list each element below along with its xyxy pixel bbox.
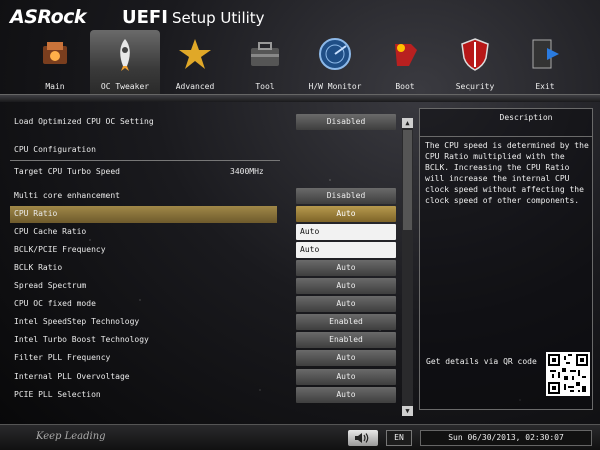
settings-scrollbar[interactable]: ▲ ▼ bbox=[402, 118, 413, 416]
setting-intel-speedstep[interactable]: Intel SpeedStep Technology Enabled bbox=[10, 314, 400, 332]
section-divider bbox=[10, 160, 280, 161]
setting-load-optimized[interactable]: Load Optimized CPU OC Setting Disabled bbox=[10, 114, 400, 132]
setting-label: Intel SpeedStep Technology bbox=[14, 317, 140, 326]
tab-hw-monitor[interactable]: H/W Monitor bbox=[300, 30, 370, 94]
setting-label: BCLK Ratio bbox=[14, 263, 63, 272]
setting-label: CPU Cache Ratio bbox=[14, 227, 87, 236]
rocket-icon bbox=[105, 34, 145, 74]
tab-oc-tweaker-label: OC Tweaker bbox=[100, 82, 150, 91]
setting-pcie-pll-selection[interactable]: PCIE PLL Selection Auto bbox=[10, 387, 400, 405]
internal-pll-overvoltage-value[interactable]: Auto bbox=[296, 369, 396, 385]
radar-icon bbox=[315, 34, 355, 74]
exit-icon bbox=[525, 34, 565, 74]
setting-label: PCIE PLL Selection bbox=[14, 390, 101, 399]
tab-advanced-label: Advanced bbox=[175, 82, 215, 91]
main-nav: Main OC Tweaker Advanced Tool H/W Monito… bbox=[20, 30, 580, 94]
description-divider bbox=[420, 136, 592, 137]
scroll-down-arrow-icon[interactable]: ▼ bbox=[402, 406, 413, 416]
tab-exit-label: Exit bbox=[535, 82, 555, 91]
language-button[interactable]: EN bbox=[386, 430, 412, 446]
setting-label: Internal PLL Overvoltage bbox=[14, 372, 130, 381]
bclk-pcie-frequency-input[interactable]: Auto bbox=[296, 242, 396, 258]
intel-turbo-boost-value[interactable]: Enabled bbox=[296, 332, 396, 348]
setting-label: BCLK/PCIE Frequency bbox=[14, 245, 106, 254]
cpu-cache-ratio-input[interactable]: Auto bbox=[296, 224, 396, 240]
setting-label: Multi core enhancement bbox=[14, 191, 120, 200]
speaker-icon bbox=[355, 433, 369, 443]
datetime-display: Sun 06/30/2013, 02:30:07 bbox=[420, 430, 592, 446]
qr-code-icon[interactable] bbox=[546, 352, 590, 396]
tab-oc-tweaker[interactable]: OC Tweaker bbox=[90, 30, 160, 94]
tab-security-label: Security bbox=[455, 82, 495, 91]
volume-button[interactable] bbox=[348, 430, 378, 446]
setting-internal-pll-overvoltage[interactable]: Internal PLL Overvoltage Auto bbox=[10, 369, 400, 387]
setting-filter-pll-frequency[interactable]: Filter PLL Frequency Auto bbox=[10, 350, 400, 368]
cpu-oc-fixed-mode-value[interactable]: Auto bbox=[296, 296, 396, 312]
toolbox-icon bbox=[245, 34, 285, 74]
setting-cpu-oc-fixed-mode[interactable]: CPU OC fixed mode Auto bbox=[10, 296, 400, 314]
tab-hw-monitor-label: H/W Monitor bbox=[308, 82, 362, 91]
multi-core-value[interactable]: Disabled bbox=[296, 188, 396, 204]
shield-icon bbox=[455, 34, 495, 74]
scrollbar-thumb[interactable] bbox=[403, 130, 412, 230]
tab-tool[interactable]: Tool bbox=[230, 30, 300, 94]
setting-label: Load Optimized CPU OC Setting bbox=[14, 117, 154, 126]
tab-security[interactable]: Security bbox=[440, 30, 510, 94]
setting-cpu-ratio[interactable]: CPU Ratio Auto bbox=[10, 206, 400, 224]
tagline: Keep Leading bbox=[36, 431, 106, 442]
footer-bar: Keep Leading EN Sun 06/30/2013, 02:30:07 bbox=[0, 424, 600, 450]
pcie-pll-selection-value[interactable]: Auto bbox=[296, 387, 396, 403]
boot-icon bbox=[385, 34, 425, 74]
setting-label: Intel Turbo Boost Technology bbox=[14, 335, 149, 344]
setting-label: Filter PLL Frequency bbox=[14, 353, 111, 362]
setting-label: CPU OC fixed mode bbox=[14, 299, 96, 308]
tab-tool-label: Tool bbox=[255, 82, 275, 91]
cpu-ratio-value[interactable]: Auto bbox=[296, 206, 396, 222]
setting-intel-turbo-boost[interactable]: Intel Turbo Boost Technology Enabled bbox=[10, 332, 400, 350]
tab-boot-label: Boot bbox=[395, 82, 415, 91]
description-panel: Description The CPU speed is determined … bbox=[419, 108, 593, 410]
cpu-configuration-heading: CPU Configuration bbox=[14, 145, 96, 154]
setting-bclk-pcie-frequency[interactable]: BCLK/PCIE Frequency Auto bbox=[10, 242, 400, 260]
target-turbo-label: Target CPU Turbo Speed bbox=[14, 167, 120, 176]
header: ASRock UEFI Setup Utility bbox=[0, 0, 600, 34]
setting-spread-spectrum[interactable]: Spread Spectrum Auto bbox=[10, 278, 400, 296]
setting-cpu-cache-ratio[interactable]: CPU Cache Ratio Auto bbox=[10, 224, 400, 242]
scroll-up-arrow-icon[interactable]: ▲ bbox=[402, 118, 413, 128]
qr-code-label: Get details via QR code bbox=[426, 357, 537, 366]
bclk-ratio-value[interactable]: Auto bbox=[296, 260, 396, 276]
setting-label: Spread Spectrum bbox=[14, 281, 87, 290]
intel-speedstep-value[interactable]: Enabled bbox=[296, 314, 396, 330]
tab-advanced[interactable]: Advanced bbox=[160, 30, 230, 94]
nav-underline bbox=[0, 94, 600, 102]
filter-pll-frequency-value[interactable]: Auto bbox=[296, 350, 396, 366]
spread-spectrum-value[interactable]: Auto bbox=[296, 278, 396, 294]
main-icon bbox=[35, 34, 75, 74]
target-turbo-value: 3400MHz bbox=[230, 167, 264, 176]
load-optimized-value[interactable]: Disabled bbox=[296, 114, 396, 130]
description-text: The CPU speed is determined by the CPU R… bbox=[425, 141, 589, 205]
description-title: Description bbox=[499, 113, 553, 122]
setting-label: CPU Ratio bbox=[14, 209, 58, 218]
brand-logo: ASRock bbox=[10, 6, 87, 28]
tab-exit[interactable]: Exit bbox=[510, 30, 580, 94]
setup-utility-label: Setup Utility bbox=[172, 9, 265, 27]
tab-boot[interactable]: Boot bbox=[370, 30, 440, 94]
uefi-label: UEFI bbox=[122, 7, 168, 28]
tab-main-label: Main bbox=[45, 82, 65, 91]
star-icon bbox=[175, 34, 215, 74]
setting-multi-core[interactable]: Multi core enhancement Disabled bbox=[10, 188, 400, 206]
setting-bclk-ratio[interactable]: BCLK Ratio Auto bbox=[10, 260, 400, 278]
tab-main[interactable]: Main bbox=[20, 30, 90, 94]
